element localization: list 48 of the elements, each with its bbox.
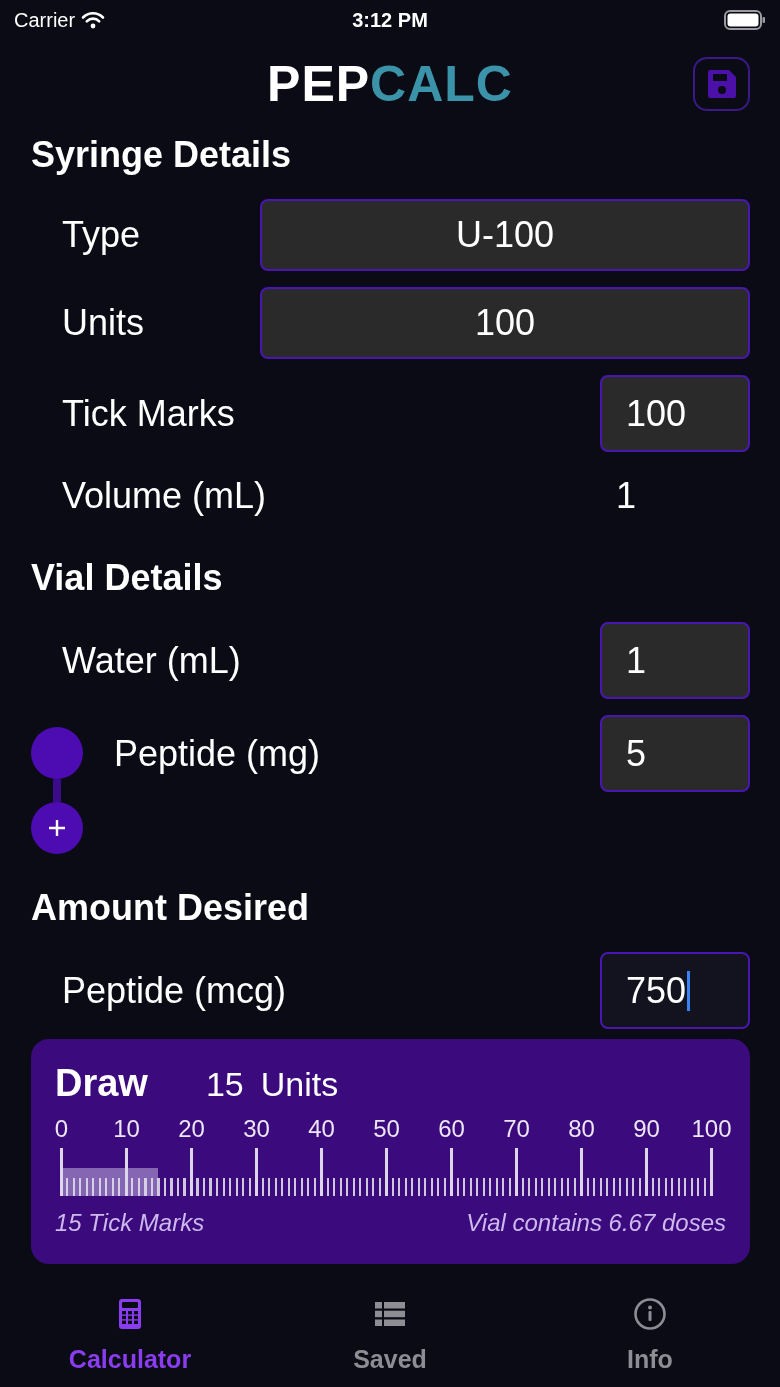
draw-title: Draw [55,1061,148,1105]
picker-field[interactable]: U-100 [260,199,750,271]
tick-marks-text: 15 Tick Marks [55,1208,205,1238]
battery-icon [724,10,766,30]
add-button[interactable] [31,802,83,854]
field-label: Peptide (mg) [114,731,321,776]
section-heading: Syringe Details [30,133,293,177]
app-logo: PEPCALC [267,59,513,109]
carrier-name: Carrier [14,8,76,32]
tab[interactable]: Saved [260,1284,520,1387]
section-heading: Vial Details [30,556,224,600]
input-field[interactable]: 5 [600,715,750,792]
scale-label: 80 [568,1115,595,1142]
scale-label: 50 [373,1115,400,1142]
field-label: Peptide (mcg) [62,968,287,1013]
save-icon [705,68,738,100]
scale-label: 90 [633,1115,660,1142]
info-icon [634,1298,666,1330]
status-time: 3:12 PM [352,8,428,32]
value-text: 1 [616,474,637,518]
calculator-icon [119,1298,141,1330]
picker-field[interactable]: 100 [260,287,750,359]
field-label: Water (mL) [62,638,241,683]
input-field[interactable]: 100 [600,375,750,452]
input-field[interactable]: 750 [600,952,750,1029]
draw-unit: Units [260,1064,339,1105]
scale-label: 70 [503,1115,530,1142]
scale-label: 30 [243,1115,270,1142]
scale-label: 10 [113,1115,140,1142]
field-label: Volume (mL) [62,474,267,518]
field-label: Units [62,301,145,345]
tab[interactable]: Calculator [0,1284,260,1387]
field-label: Tick Marks [62,391,235,436]
draw-amount: 15 [205,1064,244,1105]
section-heading: Amount Desired [30,886,311,930]
scale-label: 40 [308,1115,335,1142]
wifi-icon [81,11,106,29]
field-label: Type [62,213,141,257]
scale-label: 60 [438,1115,465,1142]
scale-label: 20 [178,1115,205,1142]
text-cursor [687,970,691,1011]
dot-icon [31,727,83,779]
plus-icon [48,819,66,837]
input-field[interactable]: 1 [600,622,750,699]
doses-text: Vial contains 6.67 doses [466,1208,726,1238]
tab[interactable]: Info [520,1284,780,1387]
scale-label: 0 [54,1115,69,1142]
scale-label: 100 [691,1115,732,1142]
